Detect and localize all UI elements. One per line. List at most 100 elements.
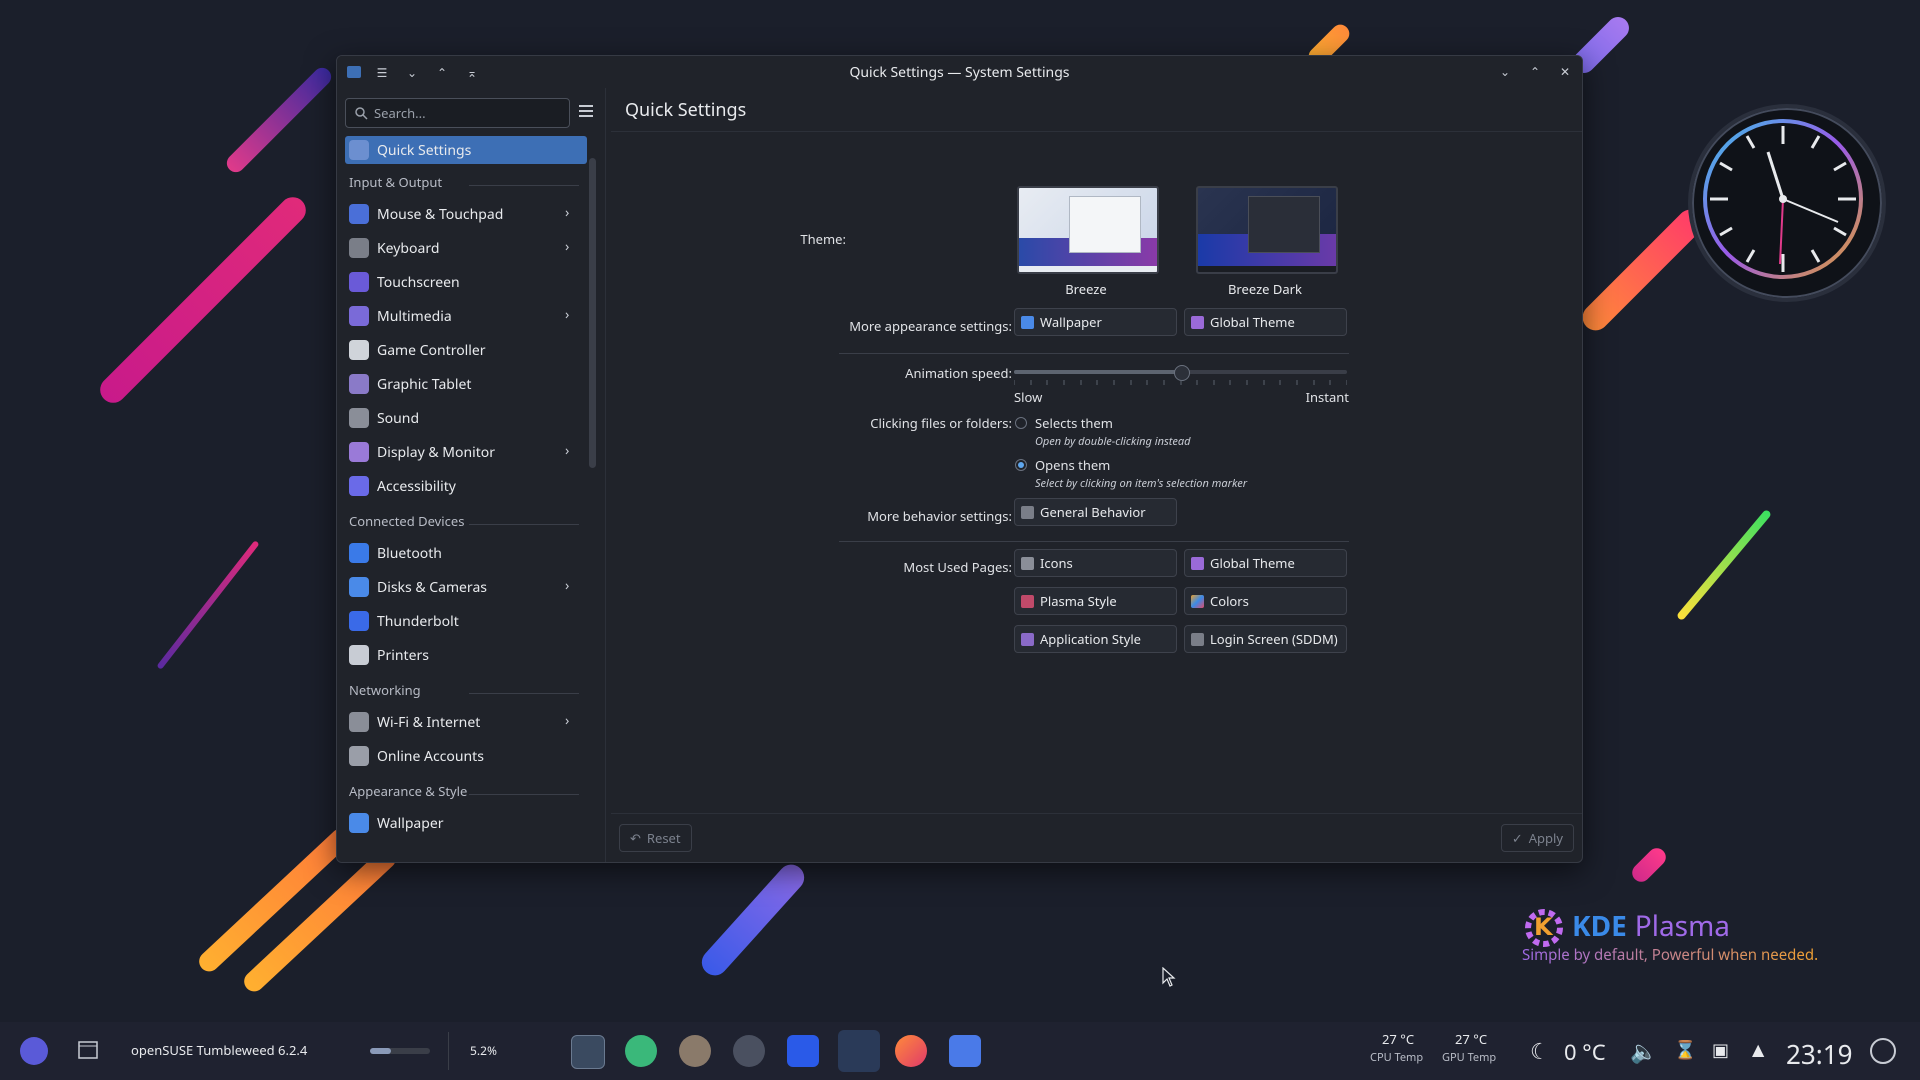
- keep-below-icon[interactable]: ⌄: [403, 63, 421, 81]
- global-theme-most-used-button[interactable]: Global Theme: [1184, 549, 1347, 577]
- application-style-button-label: Application Style: [1040, 630, 1142, 648]
- sidebar-item-printers[interactable]: Printers: [345, 638, 587, 672]
- accessibility-icon: [349, 476, 369, 496]
- night-mode-icon[interactable]: ☾: [1530, 1036, 1550, 1066]
- colors-button[interactable]: Colors: [1184, 587, 1347, 615]
- tray-expand-icon[interactable]: ▲: [1752, 1038, 1764, 1060]
- wallpaper-icon: [1021, 315, 1034, 329]
- global-theme-icon: [1191, 315, 1204, 329]
- steam-icon[interactable]: [733, 1035, 765, 1067]
- sidebar-category-label: Appearance & Style: [349, 782, 468, 800]
- shade-icon[interactable]: ⌅: [463, 63, 481, 81]
- sidebar-item-thunderbolt[interactable]: Thunderbolt: [345, 604, 587, 638]
- sidebar-item-multimedia[interactable]: Multimedia ›: [345, 299, 587, 333]
- maximize-icon[interactable]: ⌃: [1526, 62, 1544, 80]
- theme-breeze-dark-caption: Breeze Dark: [1227, 280, 1302, 298]
- login-screen-button[interactable]: Login Screen (SDDM): [1184, 625, 1347, 653]
- selects-them-radio[interactable]: [1015, 417, 1027, 429]
- sidebar-item-sound[interactable]: Sound: [345, 401, 587, 435]
- multimedia-icon: [349, 306, 369, 326]
- close-icon[interactable]: ✕: [1556, 62, 1574, 80]
- icons-button-label: Icons: [1040, 554, 1073, 572]
- section-divider-2: [839, 541, 1349, 542]
- application-launcher-icon[interactable]: [20, 1037, 48, 1065]
- general-behavior-button[interactable]: General Behavior: [1014, 498, 1177, 526]
- sidebar-item-graphic-tablet[interactable]: Graphic Tablet: [345, 367, 587, 401]
- sidebar-item-label: Disks & Cameras: [377, 577, 487, 597]
- gimp-icon[interactable]: [679, 1035, 711, 1067]
- accessibility-tray-icon[interactable]: ⌛: [1674, 1038, 1696, 1062]
- plasma-style-button[interactable]: Plasma Style: [1014, 587, 1177, 615]
- sidebar-item-mouse-touchpad[interactable]: Mouse & Touchpad ›: [345, 197, 587, 231]
- search-input[interactable]: Search...: [345, 98, 570, 128]
- selects-them-label[interactable]: Selects them: [1035, 414, 1113, 432]
- sidebar-item-label: Display & Monitor: [377, 442, 496, 462]
- wifi-icon: [349, 712, 369, 732]
- hamburger-menu-icon[interactable]: ☰: [373, 63, 391, 81]
- colors-icon: [1191, 594, 1204, 608]
- network-icon[interactable]: ▣: [1712, 1038, 1729, 1062]
- apply-label: Apply: [1528, 829, 1563, 847]
- app-menu-icon[interactable]: [347, 66, 361, 78]
- cpu-temp-value: 27 °C: [1382, 1030, 1415, 1048]
- wallpaper-icon: [349, 813, 369, 833]
- sidebar-item-disks-cameras[interactable]: Disks & Cameras ›: [345, 570, 587, 604]
- sidebar-item-wallpaper[interactable]: Wallpaper: [345, 806, 587, 840]
- sidebar-item-online-accounts[interactable]: Online Accounts: [345, 739, 587, 773]
- selects-them-hint: Open by double-clicking instead: [1035, 434, 1191, 449]
- sidebar-item-keyboard[interactable]: Keyboard ›: [345, 231, 587, 265]
- sidebar-menu-icon[interactable]: [577, 102, 595, 120]
- sidebar-item-wi-fi-internet[interactable]: Wi-Fi & Internet ›: [345, 705, 587, 739]
- global-theme-button-label: Global Theme: [1210, 313, 1295, 331]
- keep-above-icon[interactable]: ⌃: [433, 63, 451, 81]
- apply-button[interactable]: ✓ Apply: [1500, 824, 1574, 852]
- sidebar-item-accessibility[interactable]: Accessibility: [345, 469, 587, 503]
- theme-breeze-thumbnail[interactable]: [1017, 186, 1159, 274]
- animation-speed-handle[interactable]: [1173, 365, 1190, 381]
- file-manager-icon[interactable]: [949, 1035, 981, 1067]
- general-behavior-button-label: General Behavior: [1040, 503, 1146, 521]
- chevron-right-icon: ›: [565, 711, 570, 730]
- sidebar-item-display-monitor[interactable]: Display & Monitor ›: [345, 435, 587, 469]
- discover-icon[interactable]: [787, 1035, 819, 1067]
- sidebar-item-bluetooth[interactable]: Bluetooth: [345, 536, 587, 570]
- sidebar-item-label: Wi-Fi & Internet: [377, 712, 481, 732]
- sidebar-scrollbar[interactable]: [589, 158, 596, 468]
- sidebar-item-label: Touchscreen: [377, 272, 460, 292]
- quick-settings-icon: [349, 140, 369, 160]
- volume-icon[interactable]: 🔈: [1630, 1036, 1657, 1066]
- sidebar-item-touchscreen[interactable]: Touchscreen: [345, 265, 587, 299]
- sidebar-item-label: Wallpaper: [377, 813, 444, 833]
- overview-icon[interactable]: [76, 1038, 100, 1062]
- reset-icon: ↶: [630, 829, 641, 847]
- wallpaper-button[interactable]: Wallpaper: [1014, 308, 1177, 336]
- minimize-icon[interactable]: ⌄: [1496, 62, 1514, 80]
- power-icon[interactable]: [1870, 1038, 1896, 1064]
- titlebar[interactable]: ☰ ⌄ ⌃ ⌅ Quick Settings — System Settings…: [337, 56, 1582, 88]
- general-behavior-icon: [1021, 505, 1034, 519]
- reset-button[interactable]: ↶ Reset: [619, 824, 692, 852]
- weather-temp[interactable]: 0 °C: [1564, 1037, 1606, 1067]
- kde-text: KDE: [1572, 907, 1627, 945]
- keyboard-icon: [349, 238, 369, 258]
- system-monitor-icon[interactable]: [571, 1035, 605, 1069]
- software-center-icon[interactable]: [625, 1035, 657, 1067]
- theme-breeze-caption: Breeze: [1065, 280, 1107, 298]
- clock-time[interactable]: 23:19: [1786, 1036, 1852, 1072]
- sidebar-item-quick-settings[interactable]: Quick Settings: [345, 136, 587, 164]
- icons-button[interactable]: Icons: [1014, 549, 1177, 577]
- online-accounts-icon: [349, 746, 369, 766]
- sidebar-category-label: Networking: [349, 681, 421, 699]
- opens-them-label[interactable]: Opens them: [1035, 456, 1110, 474]
- global-theme-button[interactable]: Global Theme: [1184, 308, 1347, 336]
- sidebar-item-game-controller[interactable]: Game Controller: [345, 333, 587, 367]
- theme-breeze-dark-thumbnail[interactable]: [1196, 186, 1338, 274]
- distro-label: openSUSE Tumbleweed 6.2.4: [131, 1041, 308, 1059]
- taskbar: openSUSE Tumbleweed 6.2.4 5.2% 27 °C CPU…: [0, 1022, 1920, 1080]
- firefox-icon[interactable]: [895, 1035, 927, 1067]
- gpu-temp-value: 27 °C: [1455, 1030, 1488, 1048]
- opens-them-radio[interactable]: [1015, 459, 1027, 471]
- chevron-right-icon: ›: [565, 237, 570, 256]
- system-settings-taskbar-icon[interactable]: [838, 1030, 880, 1072]
- application-style-button[interactable]: Application Style: [1014, 625, 1177, 653]
